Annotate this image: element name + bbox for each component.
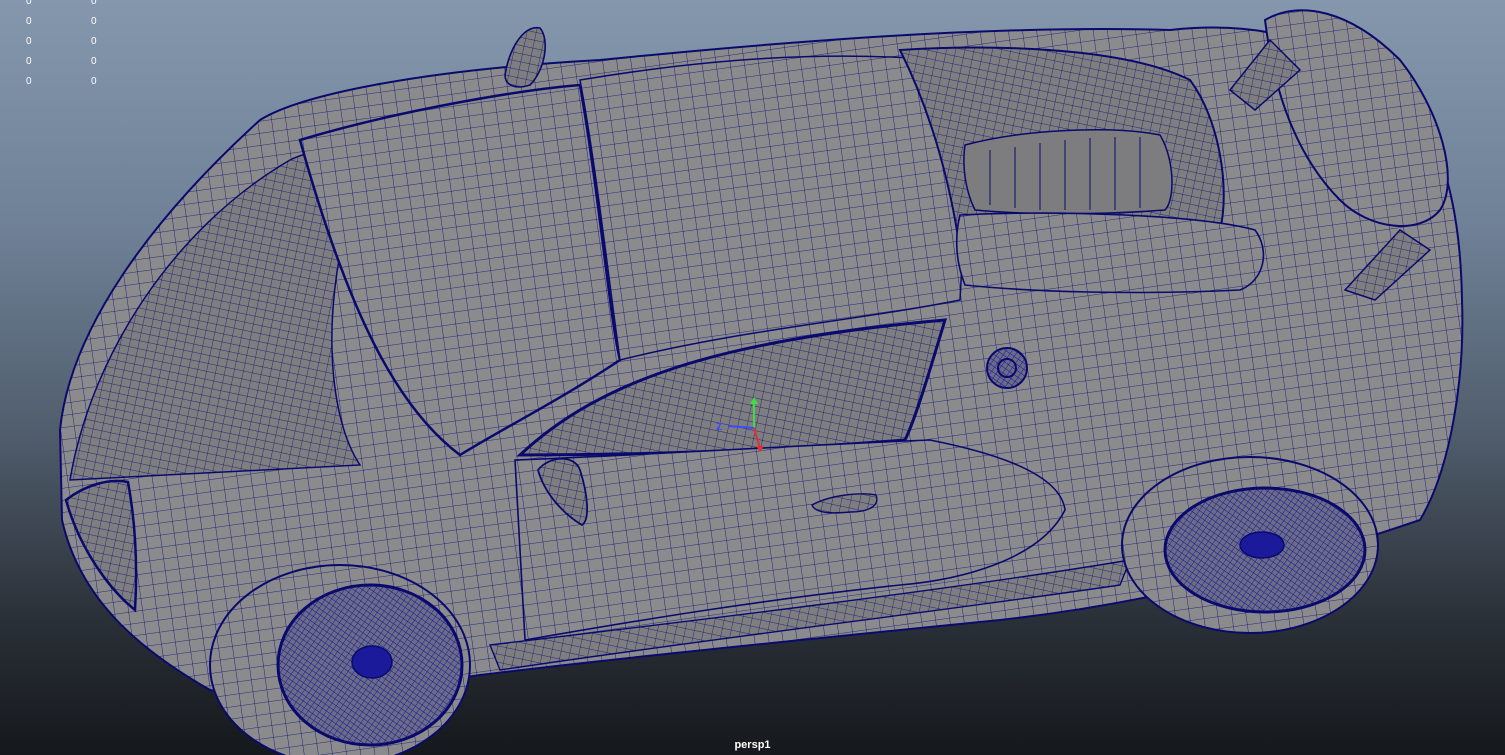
car-mesh-view[interactable]: Z	[0, 0, 1505, 755]
camera-name-label: persp1	[734, 739, 771, 751]
rear-wheel[interactable]	[1121, 456, 1379, 634]
maya-viewport[interactable]: 0 0 0 0 0 0 0 0 0 0 Z persp1	[0, 0, 1505, 755]
air-intake[interactable]	[955, 212, 1265, 294]
front-hub	[351, 645, 393, 679]
fuel-cap[interactable]	[986, 347, 1028, 389]
engine-block	[963, 129, 1173, 215]
rear-hub	[1239, 531, 1285, 559]
front-wheel[interactable]	[209, 564, 471, 755]
z-axis-label: Z	[716, 422, 722, 433]
